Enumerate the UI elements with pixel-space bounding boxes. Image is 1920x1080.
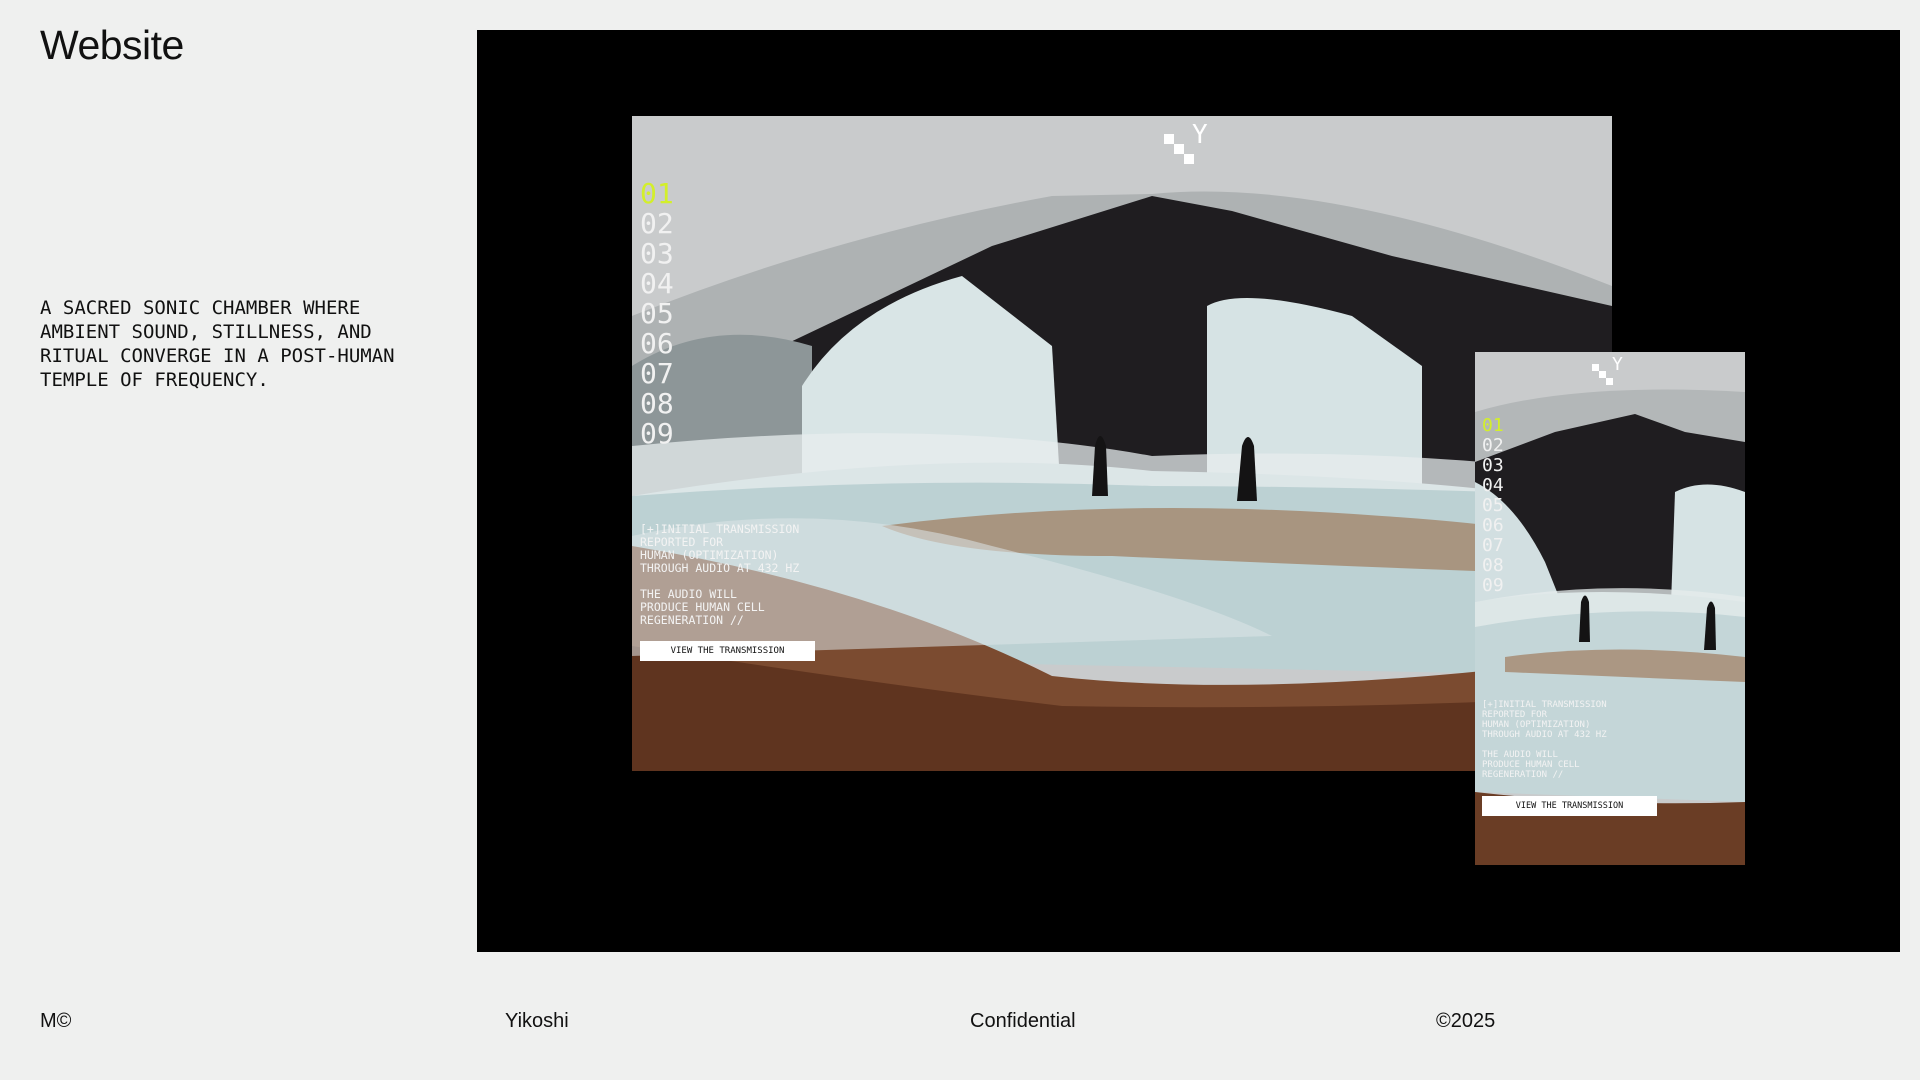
nav-item-05[interactable]: 05 [640, 299, 674, 329]
footer-client: Yikoshi [505, 1010, 569, 1032]
nav-item-03[interactable]: 03 [640, 239, 674, 269]
nav-item-04[interactable]: 04 [640, 269, 674, 299]
intro-text: A SACRED SONIC CHAMBER WHERE AMBIENT SOU… [40, 297, 395, 391]
desktop-preview: Y 01 02 03 04 05 06 07 08 09 [+]INITIAL … [632, 116, 1612, 771]
logo-letter: Y [1192, 120, 1208, 150]
transmission-copy: [+]INITIAL TRANSMISSION REPORTED FOR HUM… [640, 523, 812, 627]
landscape-image [1475, 352, 1745, 865]
nav-item-01[interactable]: 01 [1482, 416, 1504, 436]
nav-item-06[interactable]: 06 [1482, 516, 1504, 536]
transmission-text-2: THE AUDIO WILL PRODUCE HUMAN CELL REGENE… [640, 587, 765, 627]
footer-copyright: ©2025 [1436, 1010, 1496, 1032]
transmission-copy: [+]INITIAL TRANSMISSION REPORTED FOR HUM… [1482, 700, 1622, 780]
nav-item-07[interactable]: 07 [640, 359, 674, 389]
section-number-nav: 01 02 03 04 05 06 07 08 09 [1482, 416, 1504, 596]
showcase-stage: Y 01 02 03 04 05 06 07 08 09 [+]INITIAL … [477, 30, 1900, 952]
footer-mark: M© [40, 1010, 72, 1032]
logo-letter: Y [1612, 354, 1623, 375]
nav-item-08[interactable]: 08 [1482, 556, 1504, 576]
nav-item-09[interactable]: 09 [640, 419, 674, 449]
section-number-nav: 01 02 03 04 05 06 07 08 09 [640, 179, 674, 449]
brand-logo-icon: Y [1592, 354, 1626, 388]
nav-item-04[interactable]: 04 [1482, 476, 1504, 496]
nav-item-05[interactable]: 05 [1482, 496, 1504, 516]
footer-status: Confidential [970, 1010, 1076, 1032]
page-title: Website [40, 22, 184, 68]
transmission-text-1: [+]INITIAL TRANSMISSION REPORTED FOR HUM… [640, 522, 800, 575]
transmission-text-2: THE AUDIO WILL PRODUCE HUMAN CELL REGENE… [1482, 750, 1580, 780]
view-transmission-button[interactable]: VIEW THE TRANSMISSION [640, 641, 815, 661]
nav-item-06[interactable]: 06 [640, 329, 674, 359]
nav-item-09[interactable]: 09 [1482, 576, 1504, 596]
mobile-preview: Y 01 02 03 04 05 06 07 08 09 [+]INITIAL … [1475, 352, 1745, 865]
nav-item-03[interactable]: 03 [1482, 456, 1504, 476]
nav-item-02[interactable]: 02 [1482, 436, 1504, 456]
nav-item-02[interactable]: 02 [640, 209, 674, 239]
nav-item-01[interactable]: 01 [640, 179, 674, 209]
nav-item-07[interactable]: 07 [1482, 536, 1504, 556]
brand-logo-icon: Y [1164, 120, 1214, 168]
transmission-text-1: [+]INITIAL TRANSMISSION REPORTED FOR HUM… [1482, 700, 1607, 740]
footer: M© Yikoshi Confidential ©2025 [0, 1010, 1920, 1040]
nav-item-08[interactable]: 08 [640, 389, 674, 419]
view-transmission-button[interactable]: VIEW THE TRANSMISSION [1482, 796, 1657, 816]
landscape-image [632, 116, 1612, 771]
